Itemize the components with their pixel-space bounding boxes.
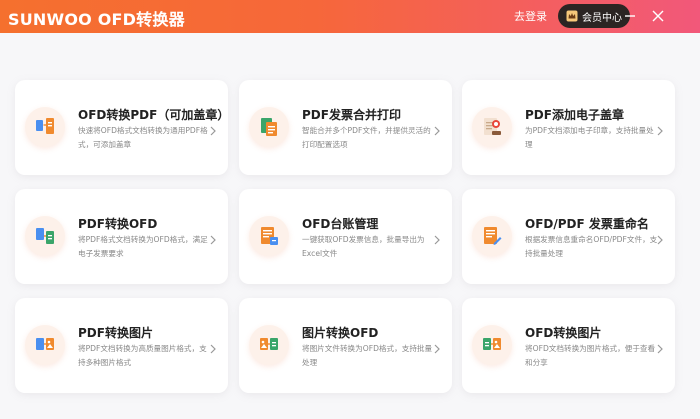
- ofd-to-pdf-icon: [25, 107, 65, 147]
- card-description: 将PDF文档转换为高质量图片格式，支持多种图片格式: [78, 344, 207, 367]
- merge-print-icon: [249, 107, 289, 147]
- card-description: 将图片文件转换为OFD格式，支持批量处理: [302, 344, 433, 367]
- card-invoice-rename[interactable]: OFD/PDF 发票重命名 根据发票信息重命名OFD/PDF文件，支持批量处理: [462, 189, 675, 284]
- chevron-right-icon: [433, 121, 441, 136]
- card-title: PDF转换图片: [78, 326, 153, 340]
- rename-icon: [472, 216, 512, 256]
- chevron-right-icon: [209, 230, 217, 245]
- member-center-label: 会员中心: [582, 12, 622, 24]
- ofd-to-image-icon: [472, 325, 512, 365]
- card-description: 根据发票信息重命名OFD/PDF文件，支持批量处理: [525, 235, 658, 258]
- close-icon: [652, 10, 664, 22]
- brand-logo: SUNWOO: [8, 10, 92, 29]
- app-name: OFD转换器: [97, 10, 185, 29]
- card-description: 智能合并多个PDF文件，并提供灵活的打印配置选项: [302, 126, 431, 149]
- chevron-right-icon: [656, 230, 664, 245]
- feature-grid: OFD转换PDF（可加盖章） 快速将OFD格式文档转换为通用PDF格式，可添加盖…: [0, 33, 700, 419]
- card-add-stamp[interactable]: PDF添加电子盖章 为PDF文档添加电子印章，支持批量处理: [462, 80, 675, 175]
- minimize-button[interactable]: [620, 7, 640, 25]
- ledger-icon: [249, 216, 289, 256]
- card-pdf-to-image[interactable]: PDF转换图片 将PDF文档转换为高质量图片格式，支持多种图片格式: [15, 298, 228, 393]
- card-ofd-to-image[interactable]: OFD转换图片 将OFD文档转换为图片格式，便于查看和分享: [462, 298, 675, 393]
- minimize-icon: [625, 15, 635, 17]
- chevron-right-icon: [209, 339, 217, 354]
- card-description: 将PDF格式文档转换为OFD格式，满足电子发票要求: [78, 235, 208, 258]
- card-title: OFD转换PDF（可加盖章）: [78, 108, 230, 122]
- chevron-right-icon: [656, 339, 664, 354]
- card-title: PDF转换OFD: [78, 217, 158, 231]
- crown-icon: [566, 10, 578, 22]
- card-title: PDF发票合并打印: [302, 108, 401, 122]
- card-image-to-ofd[interactable]: 图片转换OFD 将图片文件转换为OFD格式，支持批量处理: [239, 298, 452, 393]
- stamp-icon: [472, 107, 512, 147]
- card-ofd-to-pdf[interactable]: OFD转换PDF（可加盖章） 快速将OFD格式文档转换为通用PDF格式，可添加盖…: [15, 80, 230, 175]
- card-description: 将OFD文档转换为图片格式，便于查看和分享: [525, 344, 656, 367]
- card-merge-print[interactable]: PDF发票合并打印 智能合并多个PDF文件，并提供灵活的打印配置选项: [239, 80, 452, 175]
- card-description: 快速将OFD格式文档转换为通用PDF格式，可添加盖章: [78, 126, 208, 149]
- chevron-right-icon: [656, 121, 664, 136]
- card-description: 为PDF文档添加电子印章，支持批量处理: [525, 126, 654, 149]
- card-title: OFD/PDF 发票重命名: [525, 217, 649, 231]
- app-title: SUNWOO OFD转换器: [8, 6, 185, 30]
- image-to-ofd-icon: [249, 325, 289, 365]
- card-title: OFD转换图片: [525, 326, 602, 340]
- pdf-to-ofd-icon: [25, 216, 65, 256]
- chevron-right-icon: [433, 339, 441, 354]
- card-description: 一键获取OFD发票信息，批量导出为Excel文件: [302, 235, 425, 258]
- close-button[interactable]: [648, 7, 668, 25]
- card-title: PDF添加电子盖章: [525, 108, 624, 122]
- chevron-right-icon: [209, 121, 217, 136]
- card-ledger-management[interactable]: OFD台账管理 一键获取OFD发票信息，批量导出为Excel文件: [239, 189, 452, 284]
- login-link[interactable]: 去登录: [514, 8, 547, 24]
- pdf-to-image-icon: [25, 325, 65, 365]
- card-pdf-to-ofd[interactable]: PDF转换OFD 将PDF格式文档转换为OFD格式，满足电子发票要求: [15, 189, 228, 284]
- chevron-right-icon: [433, 230, 441, 245]
- card-title: OFD台账管理: [302, 217, 379, 231]
- title-bar: SUNWOO OFD转换器 去登录 会员中心: [0, 0, 700, 33]
- card-title: 图片转换OFD: [302, 326, 379, 340]
